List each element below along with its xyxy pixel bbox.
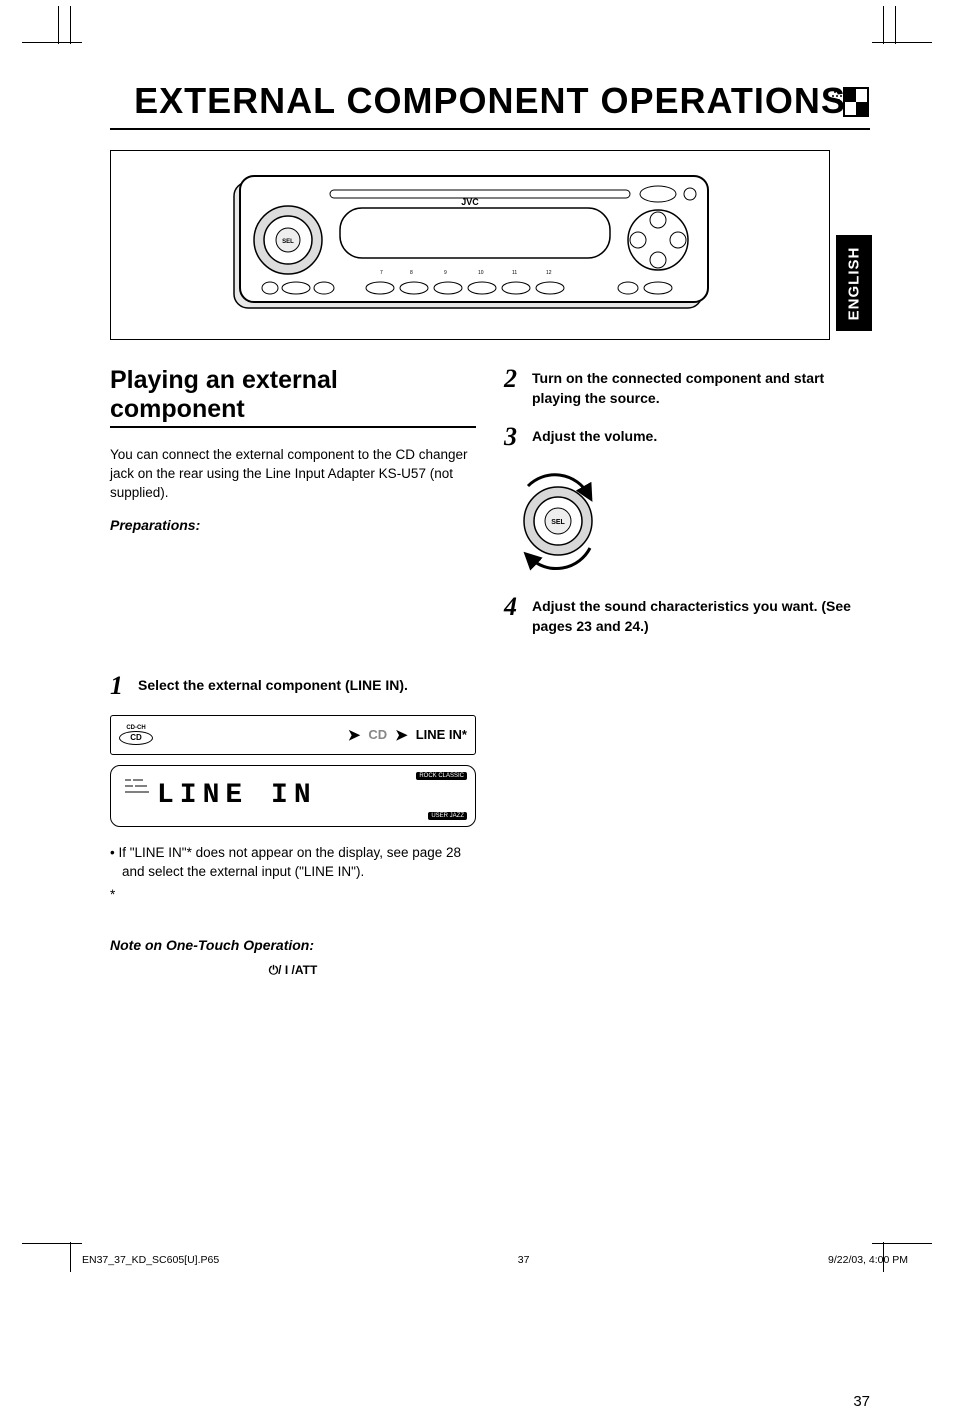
footer-timestamp: 9/22/03, 4:00 PM	[828, 1254, 908, 1266]
step-4-number: 4	[504, 594, 520, 620]
step-1-number: 1	[110, 673, 126, 699]
svg-text:11: 11	[512, 270, 517, 276]
asterisk-note: *	[110, 886, 476, 905]
note-bullet: • If "LINE IN"* does not appear on the d…	[110, 843, 476, 882]
svg-text:7: 7	[380, 270, 383, 276]
language-tab: ENGLISH	[836, 235, 872, 331]
component-icon	[830, 84, 870, 118]
step-1-text: Select the external component (LINE IN).	[138, 673, 408, 696]
svg-text:12: 12	[546, 270, 552, 276]
intro-paragraph: You can connect the external component t…	[110, 446, 476, 503]
arrow-icon: ➤	[348, 726, 361, 744]
svg-text:SEL: SEL	[282, 239, 294, 245]
cd-label: CD	[368, 727, 387, 742]
brand-label: JVC	[461, 197, 479, 207]
footer-page: 37	[518, 1254, 530, 1266]
source-flow-diagram: CD-CH CD ➤ CD ➤ LINE IN*	[110, 715, 476, 755]
step-2-text: Turn on the connected component and star…	[532, 366, 870, 408]
footer-filename: EN37_37_KD_SC605[U].P65	[82, 1254, 219, 1266]
display-text: LINE IN	[157, 780, 317, 811]
one-touch-note-label: Note on One-Touch Operation:	[110, 937, 476, 953]
arrow-icon: ➤	[395, 726, 408, 744]
power-att-symbol: ⏻/ I /ATT	[110, 963, 476, 978]
preparations-label: Preparations:	[110, 517, 476, 533]
volume-knob-illustration: SEL	[508, 466, 608, 576]
step-3-number: 3	[504, 424, 520, 450]
step-2-number: 2	[504, 366, 520, 392]
svg-text:10: 10	[478, 270, 484, 276]
eq-badge-bot: USER JAZZ	[428, 812, 467, 820]
section-heading: Playing an external component	[110, 366, 476, 428]
eq-badge-top: ROCK CLASSIC	[416, 772, 467, 780]
svg-text:9: 9	[444, 270, 447, 276]
step-4-text: Adjust the sound characteristics you wan…	[532, 594, 870, 636]
car-stereo-illustration: JVC SEL 1 2 3 4 5	[110, 150, 830, 340]
svg-text:SEL: SEL	[551, 519, 565, 526]
page-title: EXTERNAL COMPONENT OPERATIONS	[110, 80, 870, 122]
display-illustration: LINE IN ROCK CLASSIC USER JAZZ	[110, 765, 476, 827]
page-number: 37	[853, 1393, 870, 1410]
step-3-text: Adjust the volume.	[532, 424, 657, 447]
line-in-label: LINE IN*	[416, 727, 467, 742]
svg-text:8: 8	[410, 270, 413, 276]
cd-button-icon: CD-CH CD	[119, 725, 153, 745]
